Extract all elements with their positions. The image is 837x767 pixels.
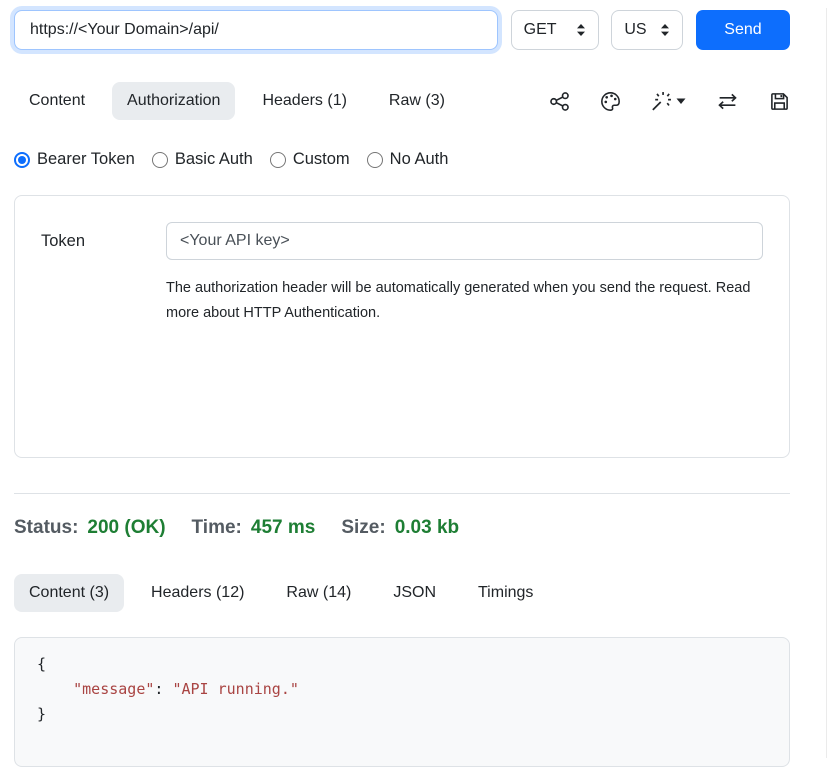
tab-raw[interactable]: Raw (3)	[374, 82, 460, 120]
tab-authorization[interactable]: Authorization	[112, 82, 235, 120]
tab-response-json[interactable]: JSON	[378, 574, 451, 612]
region-select[interactable]: US	[611, 10, 683, 50]
status-label: Status:	[14, 517, 78, 539]
caret-down-icon	[676, 97, 686, 105]
code-line: {	[37, 652, 789, 677]
token-input[interactable]	[166, 222, 763, 260]
code-line: }	[37, 702, 789, 727]
json-value: "API running."	[172, 680, 298, 698]
request-bar: GET US Send	[14, 8, 790, 52]
section-divider	[14, 493, 790, 494]
bearer-token-panel: Token The authorization header will be a…	[14, 195, 790, 458]
tab-response-content[interactable]: Content (3)	[14, 574, 124, 612]
tab-content[interactable]: Content	[14, 82, 100, 120]
share-icon[interactable]	[549, 91, 570, 112]
app-container: GET US Send Content Authorization Header…	[14, 8, 790, 767]
radio-unselected-icon	[367, 152, 383, 168]
url-input[interactable]	[14, 10, 498, 50]
request-tabs: Content Authorization Headers (1) Raw (3…	[14, 82, 790, 120]
status-value: 200 (OK)	[87, 517, 165, 539]
token-help-text: The authorization header will be automat…	[166, 276, 754, 326]
toolbar-icons	[549, 91, 790, 112]
size-value: 0.03 kb	[395, 517, 459, 539]
code-line: "message": "API running."	[37, 677, 789, 702]
radio-label: Custom	[293, 150, 350, 169]
response-tabs: Content (3) Headers (12) Raw (14) JSON T…	[14, 574, 790, 612]
tab-headers[interactable]: Headers (1)	[247, 82, 361, 120]
tab-response-timings[interactable]: Timings	[463, 574, 548, 612]
method-select-value: GET	[524, 21, 557, 39]
radio-label: Bearer Token	[37, 150, 135, 169]
radio-label: No Auth	[390, 150, 449, 169]
token-label: Token	[41, 232, 166, 251]
response-status-bar: Status: 200 (OK) Time: 457 ms Size: 0.03…	[14, 517, 790, 539]
save-icon[interactable]	[769, 91, 790, 112]
tab-response-headers[interactable]: Headers (12)	[136, 574, 259, 612]
size-label: Size:	[341, 517, 385, 539]
radio-basic-auth[interactable]: Basic Auth	[152, 150, 253, 169]
method-select[interactable]: GET	[511, 10, 599, 50]
radio-unselected-icon	[152, 152, 168, 168]
select-updown-icon	[576, 23, 586, 37]
radio-selected-icon	[14, 152, 30, 168]
palette-icon[interactable]	[600, 91, 621, 112]
radio-unselected-icon	[270, 152, 286, 168]
page-scrollbar[interactable]	[826, 8, 837, 758]
radio-bearer-token[interactable]: Bearer Token	[14, 150, 135, 169]
auth-type-options: Bearer Token Basic Auth Custom No Auth	[14, 150, 790, 169]
send-button[interactable]: Send	[696, 10, 790, 50]
time-value: 457 ms	[251, 517, 315, 539]
time-label: Time:	[192, 517, 242, 539]
json-key: "message"	[73, 680, 154, 698]
radio-label: Basic Auth	[175, 150, 253, 169]
swap-arrows-icon[interactable]	[716, 91, 739, 112]
magic-wand-icon[interactable]	[651, 91, 686, 112]
select-updown-icon	[660, 23, 670, 37]
tab-response-raw[interactable]: Raw (14)	[271, 574, 366, 612]
region-select-value: US	[624, 21, 646, 39]
radio-custom[interactable]: Custom	[270, 150, 350, 169]
radio-no-auth[interactable]: No Auth	[367, 150, 449, 169]
response-body: { "message": "API running." }	[14, 637, 790, 767]
